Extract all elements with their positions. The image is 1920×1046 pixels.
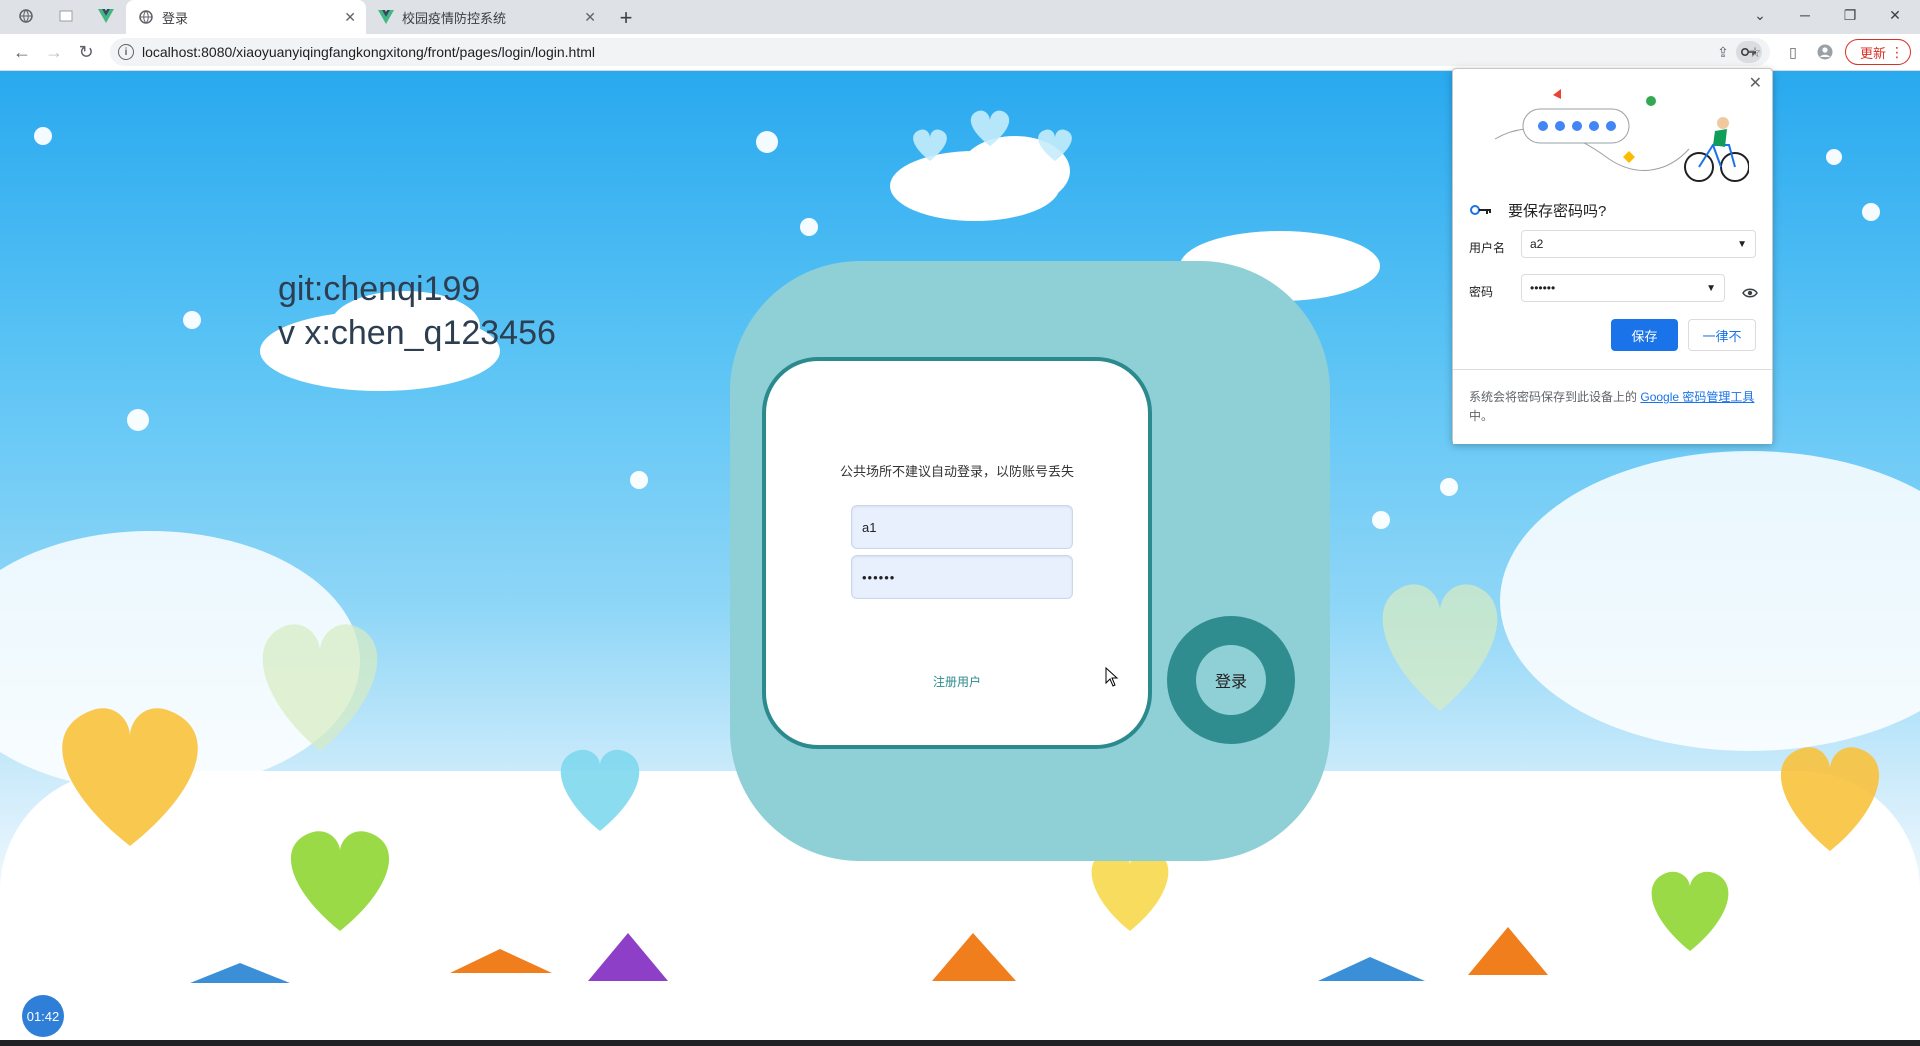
globe-icon [19,8,33,26]
update-label: 更新 [1860,45,1887,61]
close-window-icon[interactable]: ✕ [1875,0,1915,30]
footer-text: 系统会将密码保存到此设备上的 Google 密码管理工具中。 [1469,388,1759,426]
username-select[interactable]: a2 ▼ [1521,230,1756,258]
minimize-icon[interactable]: ─ [1785,0,1825,30]
tab-pinned-2[interactable] [52,0,80,34]
forward-icon[interactable]: → [42,40,66,64]
watermark-text: git:chenqi199 v x:chen_q123456 [278,267,556,355]
tab-search-icon[interactable]: ⌄ [1740,0,1780,30]
watermark-line-1: git:chenqi199 [278,270,481,308]
tab-title: 登录 [162,10,189,26]
address-bar[interactable]: i localhost:8080/xiaoyuanyiqingfangkongx… [110,38,1770,66]
globe-icon [138,9,154,25]
tab-system[interactable]: 校园疫情防控系统 ✕ [366,0,606,34]
password-input[interactable]: •••••• [851,555,1073,599]
menu-dots-icon: ⋮ [1890,43,1904,60]
new-tab-icon[interactable]: + [614,5,638,31]
tab-login[interactable]: 登录 ✕ [126,0,366,34]
cyclist-illustration [1494,89,1749,182]
back-icon[interactable]: ← [10,40,34,64]
bookmark-star-icon[interactable]: ☆ [1745,42,1765,62]
tab-strip: 登录 ✕ 校园疫情防控系统 ✕ + ⌄ ─ ❐ ✕ [0,0,1920,34]
chevron-down-icon: ▼ [1737,239,1747,250]
never-save-button[interactable]: 一律不 [1688,319,1756,351]
register-link[interactable]: 注册用户 [766,673,1148,690]
site-info-icon[interactable]: i [118,44,134,60]
side-panel-icon[interactable]: ▯ [1783,42,1803,62]
tab-title: 校园疫情防控系统 [402,10,507,26]
key-icon [1469,204,1493,219]
close-icon[interactable]: ✕ [1749,73,1762,93]
eye-icon[interactable] [1742,285,1758,301]
popup-title: 要保存密码吗? [1508,203,1607,220]
password-value: •••••• [1530,281,1556,295]
username-input[interactable]: a1 [851,505,1073,549]
password-manager-link[interactable]: Google 密码管理工具 [1640,390,1754,404]
password-select[interactable]: •••••• ▼ [1521,274,1725,302]
vue-icon [378,9,394,25]
page-icon [59,10,73,25]
login-button[interactable]: 登录 [1196,645,1266,715]
username-label: 用户名 [1469,241,1506,255]
browser-toolbar: ← → ↻ i localhost:8080/xiaoyuanyiqingfan… [0,34,1920,71]
taskbar-strip [0,1040,1920,1046]
footer-suffix: 中。 [1469,409,1494,423]
tab-pinned-1[interactable] [12,0,40,34]
profile-icon[interactable] [1815,42,1835,62]
close-tab-icon[interactable]: ✕ [344,9,356,26]
chevron-down-icon: ▼ [1706,283,1716,294]
login-card: 公共场所不建议自动登录，以防账号丢失 a1 •••••• 注册用户 [762,357,1152,749]
vue-icon [98,8,114,26]
save-password-button[interactable]: 保存 [1611,319,1678,351]
recording-timer: 01:42 [22,995,64,1037]
mouse-cursor-icon [1105,666,1119,692]
share-icon[interactable]: ⇪ [1713,42,1733,62]
password-label: 密码 [1469,285,1494,299]
url-text: localhost:8080/xiaoyuanyiqingfangkongxit… [142,44,595,60]
popup-footer: 系统会将密码保存到此设备上的 Google 密码管理工具中。 [1453,369,1772,444]
auto-login-notice: 公共场所不建议自动登录，以防账号丢失 [839,464,1074,479]
footer-prefix: 系统会将密码保存到此设备上的 [1469,390,1638,404]
save-password-popup: ✕ 要保存密码吗? 用户名 a2 ▼ 密码 •••••• ▼ 保存 一律不 系统… [1452,68,1773,444]
restore-icon[interactable]: ❐ [1830,0,1870,30]
reload-icon[interactable]: ↻ [74,40,98,64]
close-tab-icon[interactable]: ✕ [584,9,596,26]
update-button[interactable]: 更新 ⋮ [1845,39,1911,65]
login-button-ring: 登录 [1167,616,1295,744]
username-value: a2 [1530,237,1544,251]
watermark-line-2: v x:chen_q123456 [278,314,556,352]
tab-pinned-3[interactable] [92,0,120,34]
